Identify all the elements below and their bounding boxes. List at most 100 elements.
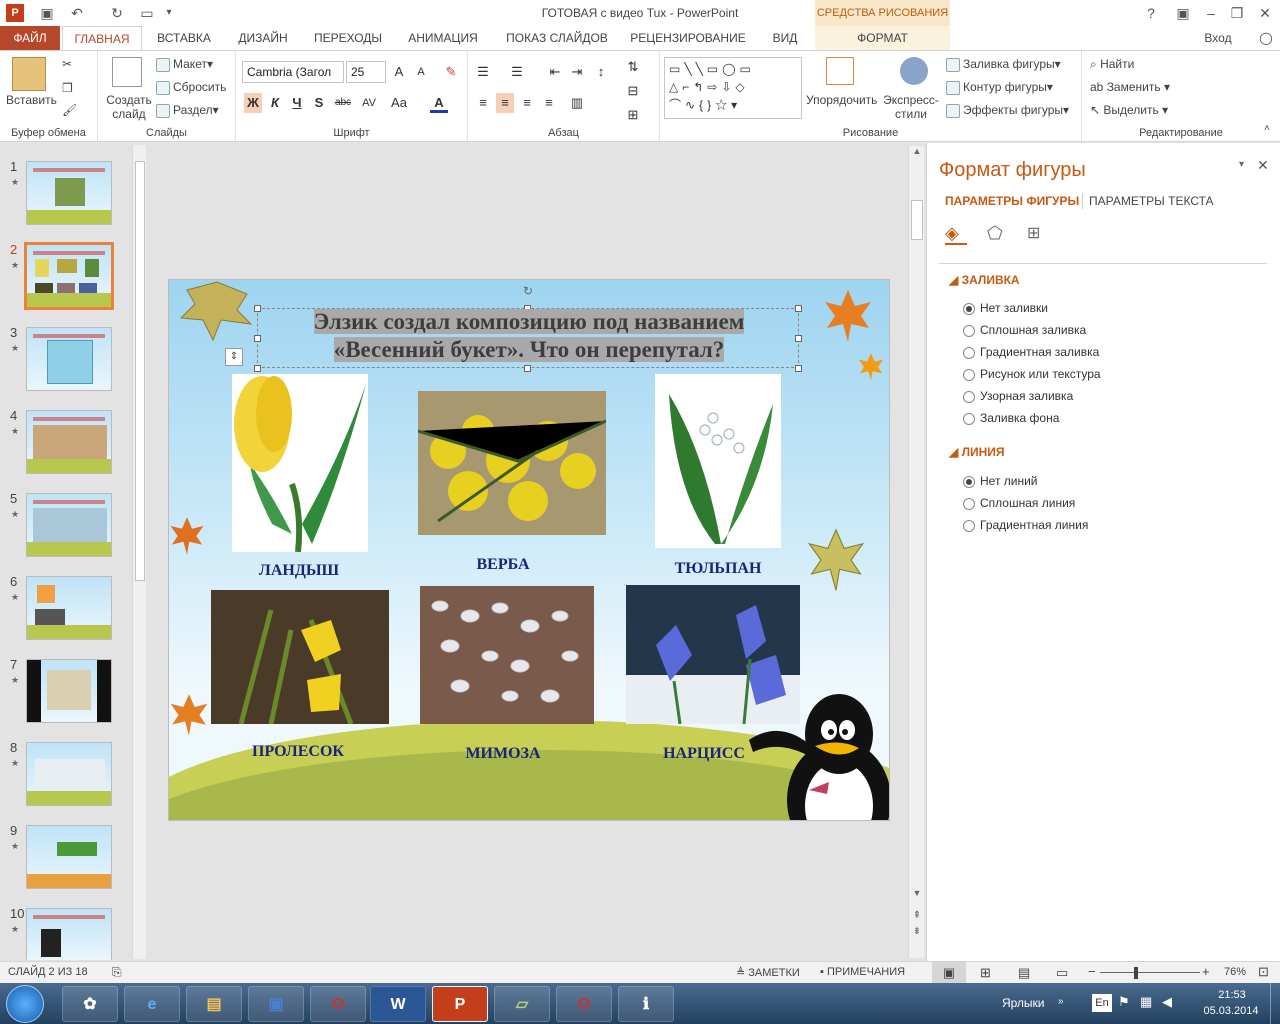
caption-4[interactable]: ПРОЛЕСОК [218,743,378,761]
text-shadow-button[interactable]: S [310,93,328,113]
font-name-field[interactable]: Cambria (Загол [242,61,344,83]
slide-thumbnail-3[interactable] [26,327,112,391]
flag-icon[interactable]: ⚑ [1118,994,1130,1010]
shape-outline-button[interactable]: Контур фигуры▾ [946,80,1053,95]
lily-of-the-valley-photo[interactable] [655,374,781,548]
radio-solid-line[interactable]: Сплошная линия [963,496,1075,510]
slide-thumbnail-10[interactable] [26,908,112,960]
reading-view-icon[interactable]: ▤ [1018,965,1030,981]
columns-icon[interactable]: ▥ [568,93,586,113]
notes-button[interactable]: ≜ ЗАМЕТКИ [736,966,800,979]
caption-1[interactable]: ЛАНДЫШ [219,562,379,580]
tab-animation[interactable]: АНИМАЦИЯ [398,26,488,50]
radio-background-fill[interactable]: Заливка фона [963,411,1059,425]
thumbnails-scroll-thumb[interactable] [135,161,145,581]
underline-button[interactable]: Ч [288,93,306,113]
format-painter-icon[interactable]: 🖌 [62,103,77,117]
italic-button[interactable]: К [266,93,284,113]
slide-canvas[interactable]: ↻ ⇕ Элзик создал композицию под название… [168,279,890,821]
taskbar-app-icon[interactable]: ✿ [62,986,118,1022]
rotate-handle-icon[interactable]: ↻ [521,284,535,298]
minimize-icon[interactable]: – [1200,3,1222,23]
change-case-button[interactable]: Aa [388,93,410,113]
cut-icon[interactable]: ✂ [62,57,72,71]
word-icon[interactable]: W [370,986,426,1022]
slide-thumbnail-6[interactable] [26,576,112,640]
slide-thumbnail-5[interactable] [26,493,112,557]
slide-title[interactable]: Элзик создал композицию под названием «В… [259,308,799,364]
caption-5[interactable]: МИМОЗА [423,745,583,763]
select-button[interactable]: ↖ Выделить ▾ [1090,103,1168,117]
shape-effects-button[interactable]: Эффекты фигуры▾ [946,103,1069,118]
powerpoint-icon[interactable]: P [432,986,488,1022]
show-desktop-button[interactable] [1270,983,1280,1024]
tab-home[interactable]: ГЛАВНАЯ [62,26,142,50]
zoom-level[interactable]: 76% [1224,966,1246,978]
slide-sorter-icon[interactable]: ⊞ [980,965,991,981]
network-icon[interactable]: ▦ [1140,994,1152,1010]
slide-scroll-thumb[interactable] [911,200,923,240]
willow-photo[interactable] [420,586,594,724]
tab-review[interactable]: РЕЦЕНЗИРОВАНИЕ [626,26,750,50]
clock-date[interactable]: 05.03.2014 [1196,1005,1266,1017]
increase-indent-icon[interactable]: ⇥ [568,62,586,82]
slide-scrollbar[interactable]: ▲ ▼ ⇞ ⇟ [908,146,924,958]
toolbar-expand-icon[interactable]: » [1058,996,1064,1007]
shape-fill-button[interactable]: Заливка фигуры▾ [946,57,1061,72]
radio-gradient-line[interactable]: Градиентная линия [963,518,1088,532]
smartart-icon[interactable]: ⊞ [624,105,642,125]
bold-button[interactable]: Ж [244,93,262,113]
line-section-header[interactable]: ◢ ЛИНИЯ [949,445,1005,459]
slide-thumbnail-4[interactable] [26,410,112,474]
language-indicator[interactable]: En [1092,994,1112,1012]
slide-thumbnail-7[interactable] [26,659,112,723]
sign-in-link[interactable]: Вход [1186,26,1250,50]
strikethrough-button[interactable]: abc [332,93,354,113]
radio-gradient-fill[interactable]: Градиентная заливка [963,345,1099,359]
section-button[interactable]: Раздел▾ [156,103,219,118]
scroll-up-icon[interactable]: ▲ [910,146,924,160]
comments-button[interactable]: ▪ ПРИМЕЧАНИЯ [820,966,905,978]
resize-handle[interactable] [524,365,531,372]
tab-view[interactable]: ВИД [760,26,810,50]
fill-line-icon[interactable]: ◈ [945,223,967,245]
shapes-gallery[interactable]: ▭╲╲▭◯▭ △⌐↰⇨⇩◇ ⌒∿{}☆▾ [664,57,802,119]
toolbar-shortcuts-label[interactable]: Ярлыки [1002,996,1045,1010]
align-center-icon[interactable]: ≡ [496,93,514,113]
arrange-button[interactable]: Упорядочить [806,93,877,107]
radio-picture-fill[interactable]: Рисунок или текстура [963,367,1101,381]
radio-pattern-fill[interactable]: Узорная заливка [963,389,1073,403]
tab-insert[interactable]: ВСТАВКА [150,26,218,50]
resize-handle[interactable] [795,365,802,372]
text-direction-icon[interactable]: ⇅ [624,57,642,77]
info-app-icon[interactable]: ℹ [618,986,674,1022]
tab-shape-options[interactable]: ПАРАМЕТРЫ ФИГУРЫ [945,194,1079,208]
zoom-in-icon[interactable]: + [1202,964,1210,979]
line-spacing-icon[interactable]: ↕ [592,62,610,82]
file-explorer-icon[interactable]: ▤ [186,986,242,1022]
tab-format[interactable]: ФОРМАТ [815,26,950,50]
find-button[interactable]: ⌕ Найти [1090,57,1134,72]
tab-slideshow[interactable]: ПОКАЗ СЛАЙДОВ [498,26,616,50]
slide-thumbnail-1[interactable] [26,161,112,225]
pane-options-icon[interactable]: ▾ [1239,159,1244,170]
normal-view-icon[interactable]: ▣ [932,962,966,983]
radio-no-fill[interactable]: Нет заливки [963,301,1048,315]
arrange-icon[interactable] [826,57,854,85]
scroll-down-icon[interactable]: ▼ [910,888,924,902]
fit-slide-icon[interactable]: ⊡ [1258,964,1269,980]
radio-solid-fill[interactable]: Сплошная заливка [963,323,1086,337]
tab-transitions[interactable]: ПЕРЕХОДЫ [308,26,388,50]
tab-text-options[interactable]: ПАРАМЕТРЫ ТЕКСТА [1089,194,1214,208]
spell-check-icon[interactable]: ⎘ [112,965,122,980]
clear-formatting-icon[interactable]: ✎ [442,62,460,82]
next-slide-icon[interactable]: ⇟ [910,926,924,940]
help-button[interactable]: ? [1140,3,1162,23]
zoom-slider-thumb[interactable] [1134,967,1138,979]
decrease-indent-icon[interactable]: ⇤ [546,62,564,82]
slide-thumbnail-9[interactable] [26,825,112,889]
pane-close-icon[interactable]: ✕ [1257,157,1269,174]
effects-pentagon-icon[interactable]: ⬠ [987,223,1009,245]
slide-thumbnail-8[interactable] [26,742,112,806]
quick-styles-button[interactable]: Экспресс-стили [882,93,940,121]
